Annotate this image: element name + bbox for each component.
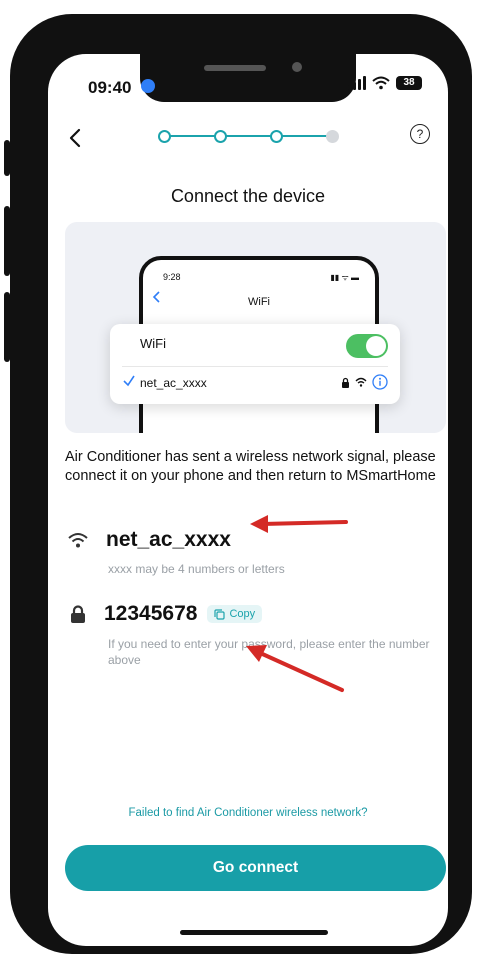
step-1 xyxy=(158,130,171,143)
camera xyxy=(292,62,302,72)
back-arrow-icon[interactable] xyxy=(64,126,88,150)
wifi-icon xyxy=(68,533,88,548)
password-value: 12345678 xyxy=(104,602,198,625)
illustration-time: 9:28 xyxy=(163,272,181,282)
volume-up-button xyxy=(4,206,10,276)
go-connect-button[interactable]: Go connect xyxy=(65,845,446,891)
failed-to-find-network-link[interactable]: Failed to find Air Conditioner wireless … xyxy=(48,807,448,819)
wifi-toggle-label: WiFi xyxy=(140,336,166,351)
wifi-icon xyxy=(355,377,367,387)
volume-down-button xyxy=(4,292,10,362)
illustration-screen-title: WiFi xyxy=(248,296,270,308)
copy-icon xyxy=(214,608,226,620)
info-icon xyxy=(372,374,388,390)
illustration-status-icons: ▮▮ ᯤ ▬ xyxy=(330,273,359,282)
page-title: Connect the device xyxy=(170,186,326,206)
instruction-text: Air Conditioner has sent a wireless netw… xyxy=(65,449,436,484)
mute-switch xyxy=(4,140,10,176)
wifi-icon xyxy=(372,76,390,90)
lock-icon xyxy=(71,604,85,623)
speaker xyxy=(204,65,266,71)
network-name: net_ac_xxxx xyxy=(106,528,231,551)
status-icons: 38 xyxy=(348,76,422,90)
screen: 09:40 38 ? Connect the device 9:28 ▮▮ ᯤ … xyxy=(48,54,448,946)
checkmark-icon xyxy=(123,375,135,387)
phone-frame: 09:40 38 ? Connect the device 9:28 ▮▮ ᯤ … xyxy=(4,14,472,954)
illustration-network-name: net_ac_xxxx xyxy=(140,376,207,390)
progress-stepper xyxy=(158,130,344,143)
copy-label: Copy xyxy=(229,608,256,620)
step-2 xyxy=(214,130,227,143)
status-time: 09:40 xyxy=(88,78,132,97)
network-hint: xxxx may be 4 numbers or letters xyxy=(108,562,285,576)
network-row: net_ac_xxxx xyxy=(68,528,231,552)
cellular-signal-icon xyxy=(348,76,366,90)
location-icon xyxy=(141,79,155,93)
home-indicator xyxy=(180,930,328,935)
notch xyxy=(140,54,356,102)
lock-icon xyxy=(342,377,349,388)
help-icon[interactable]: ? xyxy=(410,124,430,144)
password-row: 12345678 Copy xyxy=(70,602,263,626)
wifi-instruction-illustration: 9:28 ▮▮ ᯤ ▬ WiFi WiFi net_ac_xxxx xyxy=(65,222,446,433)
wifi-toggle xyxy=(346,334,388,358)
battery-icon: 38 xyxy=(396,76,422,90)
wifi-popup-card: WiFi net_ac_xxxx xyxy=(110,324,400,404)
step-4 xyxy=(326,130,339,143)
copy-button[interactable]: Copy xyxy=(207,605,263,623)
password-hint: If you need to enter your password, plea… xyxy=(108,637,430,667)
step-3 xyxy=(270,130,283,143)
